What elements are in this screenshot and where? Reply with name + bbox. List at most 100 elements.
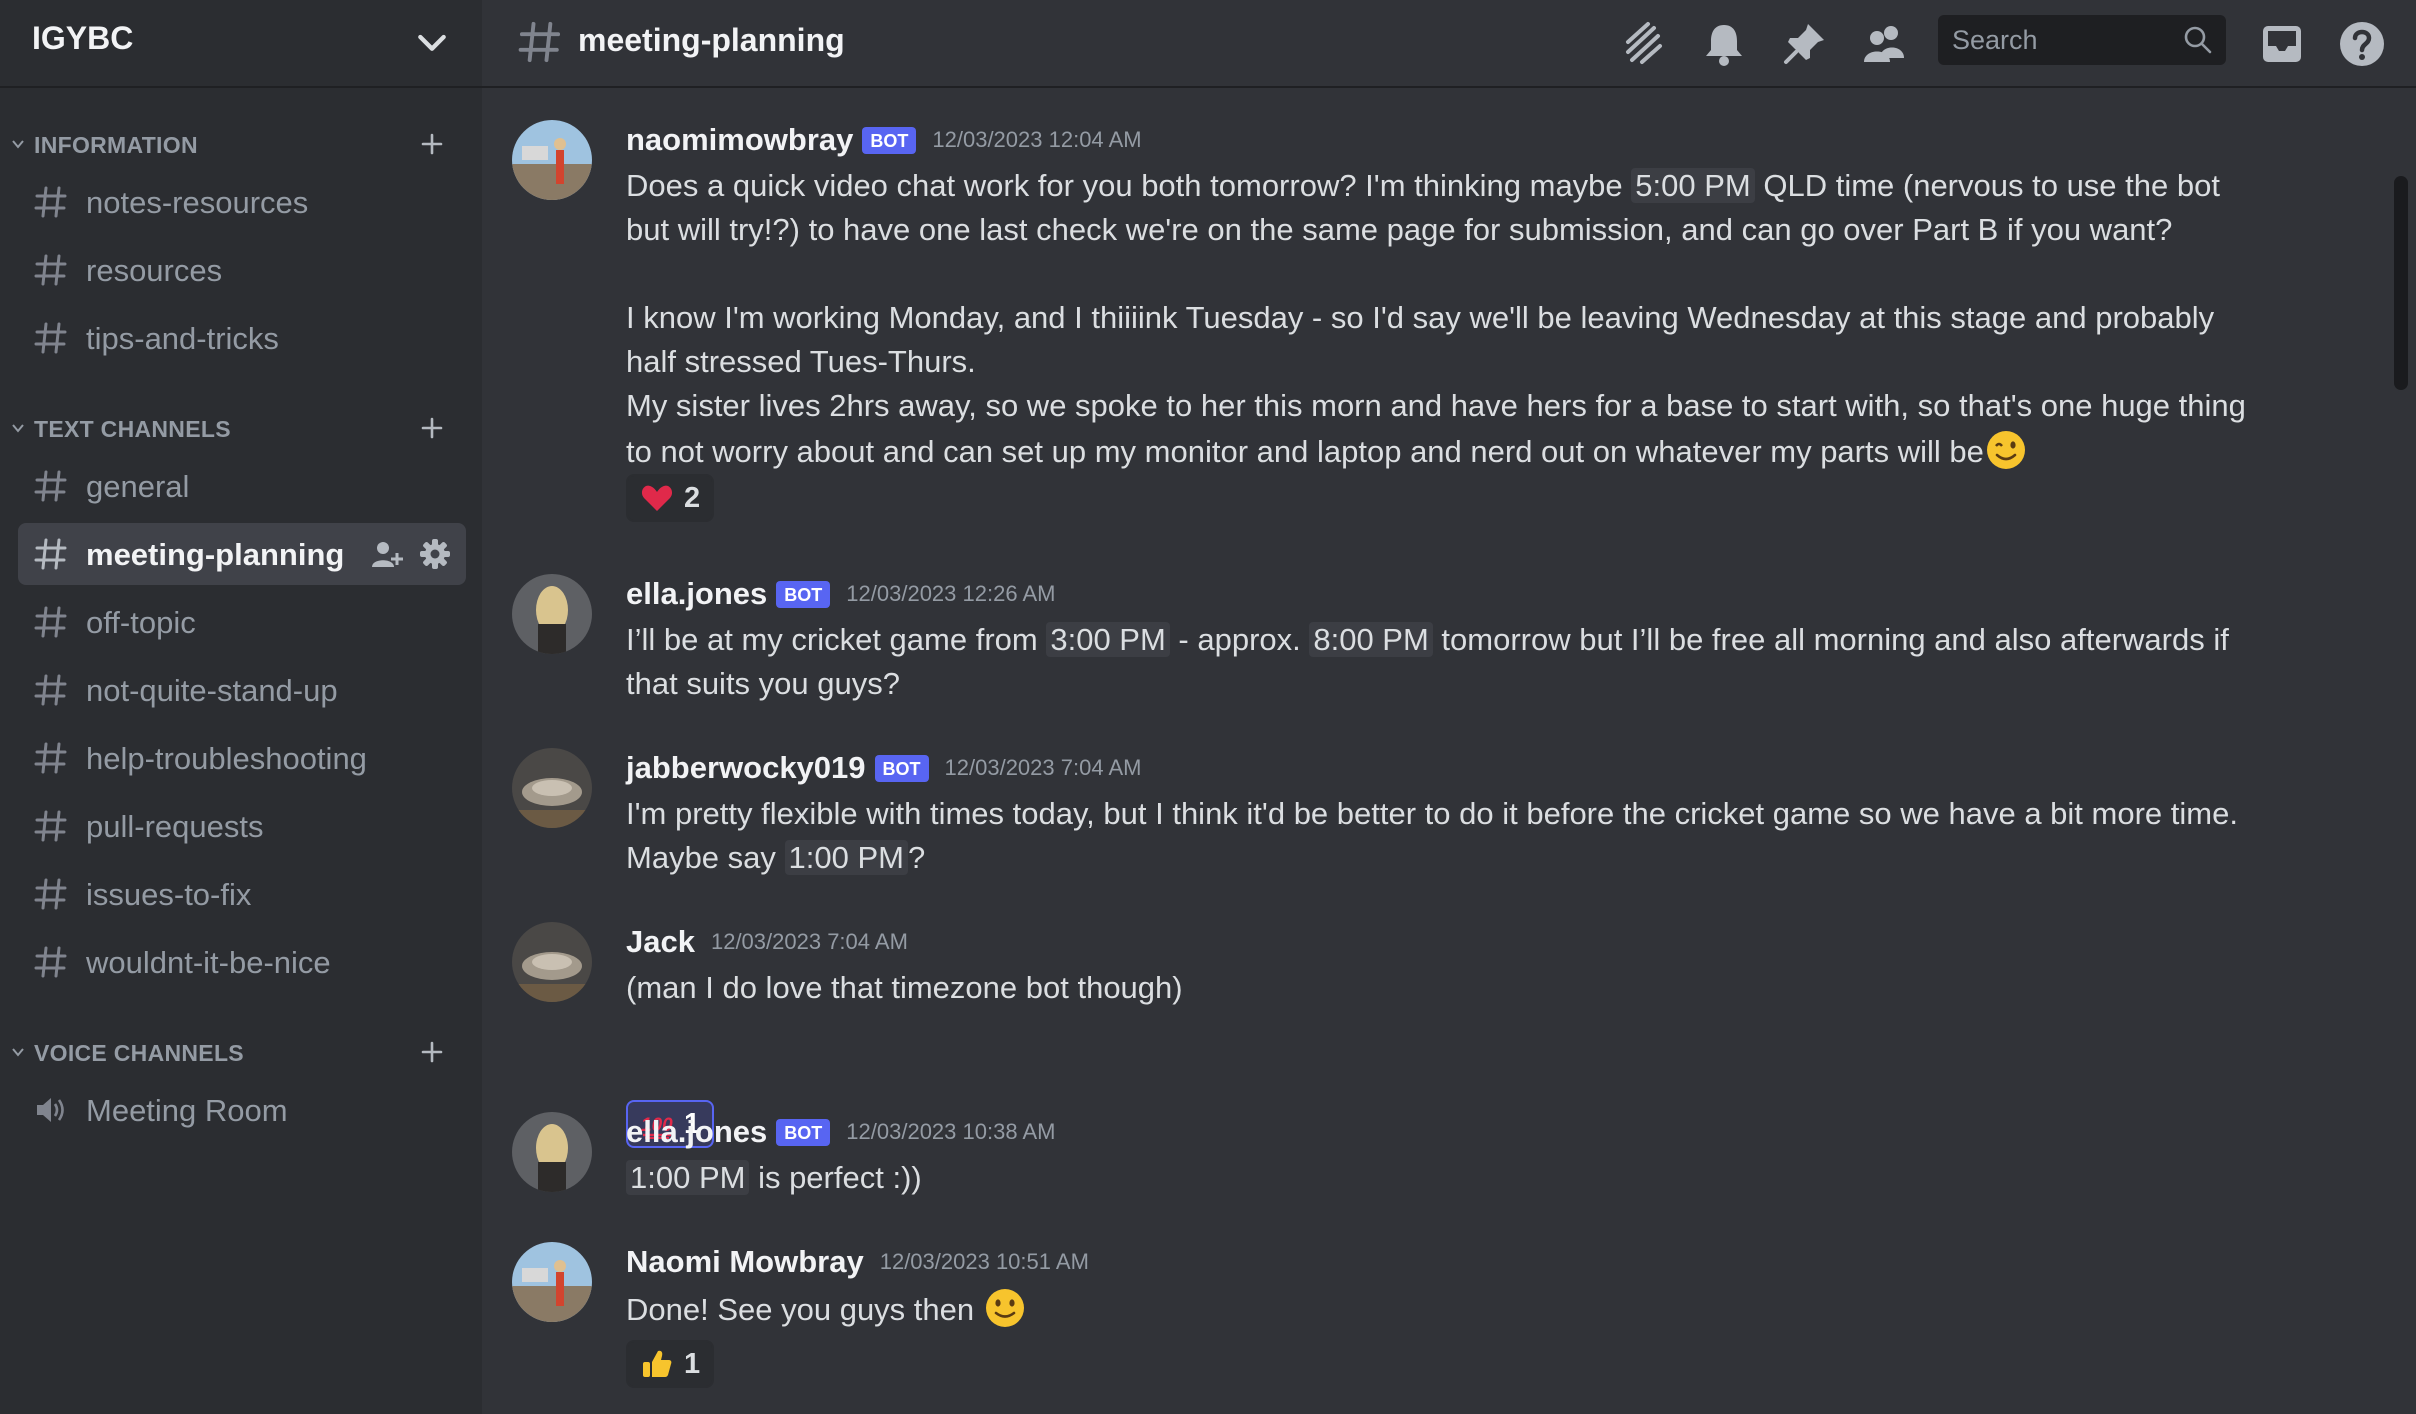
- add-channel-icon[interactable]: [416, 128, 448, 160]
- help-icon[interactable]: [2336, 18, 2388, 70]
- username[interactable]: jabberwocky019: [626, 750, 866, 786]
- username[interactable]: ella.jones: [626, 1114, 767, 1150]
- timestamp-mention[interactable]: 5:00 PM: [1631, 168, 1755, 203]
- hash-icon: [34, 322, 67, 354]
- pin-icon[interactable]: [1778, 18, 1830, 70]
- chevron-down-icon[interactable]: [412, 22, 452, 62]
- search-input[interactable]: [1938, 15, 2182, 65]
- avatar[interactable]: [512, 120, 592, 200]
- channel-help-troubleshooting[interactable]: help-troubleshooting: [18, 727, 466, 789]
- username[interactable]: Naomi Mowbray: [626, 1244, 864, 1280]
- timestamp: 12/03/2023 12:04 AM: [932, 127, 1142, 152]
- category-text-channels[interactable]: TEXT CHANNELS: [0, 408, 482, 448]
- channel-wouldnt-it-be-nice[interactable]: wouldnt-it-be-nice: [18, 931, 466, 993]
- message-text: Done! See you guys then: [626, 1292, 975, 1327]
- caret-down-icon: [12, 1048, 24, 1057]
- username[interactable]: ella.jones: [626, 576, 767, 612]
- timestamp-mention[interactable]: 8:00 PM: [1309, 622, 1433, 657]
- server-header[interactable]: IGYBC: [0, 0, 482, 88]
- channel-label: notes-resources: [86, 185, 309, 220]
- thumbs-up-icon: [643, 1350, 672, 1377]
- channel-meeting-planning[interactable]: meeting-planning: [18, 523, 466, 585]
- message-list[interactable]: naomimowbray BOT 12/03/2023 12:04 AM Doe…: [482, 88, 2382, 1414]
- channel-label: off-topic: [86, 605, 196, 640]
- username[interactable]: naomimowbray: [626, 122, 853, 158]
- channel-label: resources: [86, 253, 223, 288]
- channel-notes-resources[interactable]: notes-resources: [18, 171, 466, 233]
- message-content: Done! See you guys then: [626, 1286, 2256, 1332]
- voice-channel-meeting-room[interactable]: Meeting Room: [18, 1079, 466, 1141]
- message-text: - approx.: [1169, 622, 1310, 657]
- category-information[interactable]: INFORMATION: [0, 124, 482, 164]
- reaction-thumbs-up[interactable]: 1: [626, 1340, 715, 1388]
- search-bar[interactable]: [1938, 15, 2226, 65]
- threads-icon[interactable]: [1618, 18, 1670, 70]
- message-text: I know I'm working Monday, and I thiiiin…: [626, 300, 2215, 379]
- message-text: Does a quick video chat work for you bot…: [626, 168, 1632, 203]
- bot-tag: BOT: [874, 754, 929, 782]
- message-content: Does a quick video chat work for you bot…: [626, 164, 2256, 474]
- message-header: Naomi Mowbray 12/03/2023 10:51 AM: [626, 1242, 1089, 1282]
- hash-icon: [518, 21, 561, 63]
- message-content: (man I do love that timezone bot though): [626, 966, 2256, 1010]
- channel-tips-and-tricks[interactable]: tips-and-tricks: [18, 307, 466, 369]
- category-label: VOICE CHANNELS: [34, 1040, 244, 1066]
- add-channel-icon[interactable]: [416, 1036, 448, 1068]
- channel-not-quite-stand-up[interactable]: not-quite-stand-up: [18, 659, 466, 721]
- gear-icon[interactable]: [418, 537, 452, 571]
- hash-icon: [34, 674, 67, 706]
- channel-label: wouldnt-it-be-nice: [86, 945, 331, 980]
- category-label: INFORMATION: [34, 132, 198, 158]
- timestamp-mention[interactable]: 1:00 PM: [626, 1160, 750, 1195]
- avatar[interactable]: [512, 1112, 592, 1192]
- timestamp: 12/03/2023 12:26 AM: [846, 581, 1056, 606]
- channel-label: general: [86, 469, 190, 504]
- message-header: Jack 12/03/2023 7:04 AM: [626, 922, 908, 962]
- channel-general[interactable]: general: [18, 455, 466, 517]
- channel-label: help-troubleshooting: [86, 741, 367, 776]
- message-content: I’ll be at my cricket game from 3:00 PM …: [626, 618, 2256, 706]
- message-content: 1:00 PM is perfect :)): [626, 1156, 2256, 1200]
- channel-header: meeting-planning: [482, 0, 2416, 88]
- channel-issues-to-fix[interactable]: issues-to-fix: [18, 863, 466, 925]
- message-text: is perfect :)): [749, 1160, 922, 1195]
- members-icon[interactable]: [1858, 18, 1910, 70]
- caret-down-icon: [12, 424, 24, 433]
- message-text: (man I do love that timezone bot though): [626, 970, 1183, 1005]
- hash-icon: [34, 878, 67, 910]
- hash-icon: [34, 946, 67, 978]
- reaction-heart[interactable]: 2: [626, 474, 715, 522]
- reaction-count: 2: [684, 481, 701, 514]
- inbox-icon[interactable]: [2256, 18, 2308, 70]
- invite-member-icon[interactable]: [370, 537, 404, 571]
- bell-icon[interactable]: [1698, 18, 1750, 70]
- message-header: naomimowbray BOT 12/03/2023 12:04 AM: [626, 120, 1142, 160]
- avatar[interactable]: [512, 748, 592, 828]
- channel-label: not-quite-stand-up: [86, 673, 338, 708]
- timestamp-mention[interactable]: 3:00 PM: [1046, 622, 1170, 657]
- channel-off-topic[interactable]: off-topic: [18, 591, 466, 653]
- avatar[interactable]: [512, 574, 592, 654]
- bot-tag: BOT: [776, 580, 831, 608]
- message-text: I’ll be at my cricket game from: [626, 622, 1047, 657]
- message-text: ?: [907, 840, 926, 875]
- channel-label: meeting-planning: [86, 537, 345, 572]
- scrollbar-thumb[interactable]: [2394, 176, 2408, 390]
- slightly-smiling-face-emoji-icon: [985, 1289, 1024, 1327]
- username[interactable]: Jack: [626, 924, 695, 960]
- category-voice-channels[interactable]: VOICE CHANNELS: [0, 1032, 482, 1072]
- hash-icon: [34, 254, 67, 286]
- avatar[interactable]: [512, 1242, 592, 1322]
- channel-tools: [370, 537, 452, 571]
- channel-resources[interactable]: resources: [18, 239, 466, 301]
- hash-icon: [34, 742, 67, 774]
- message-content: I'm pretty flexible with times today, bu…: [626, 792, 2256, 880]
- bot-tag: BOT: [776, 1118, 831, 1146]
- search-icon[interactable]: [2182, 24, 2214, 56]
- add-channel-icon[interactable]: [416, 412, 448, 444]
- channel-pull-requests[interactable]: pull-requests: [18, 795, 466, 857]
- timestamp: 12/03/2023 10:51 AM: [879, 1249, 1089, 1274]
- timestamp-mention[interactable]: 1:00 PM: [784, 840, 908, 875]
- avatar[interactable]: [512, 922, 592, 1002]
- winking-face-emoji-icon: [1986, 431, 2025, 469]
